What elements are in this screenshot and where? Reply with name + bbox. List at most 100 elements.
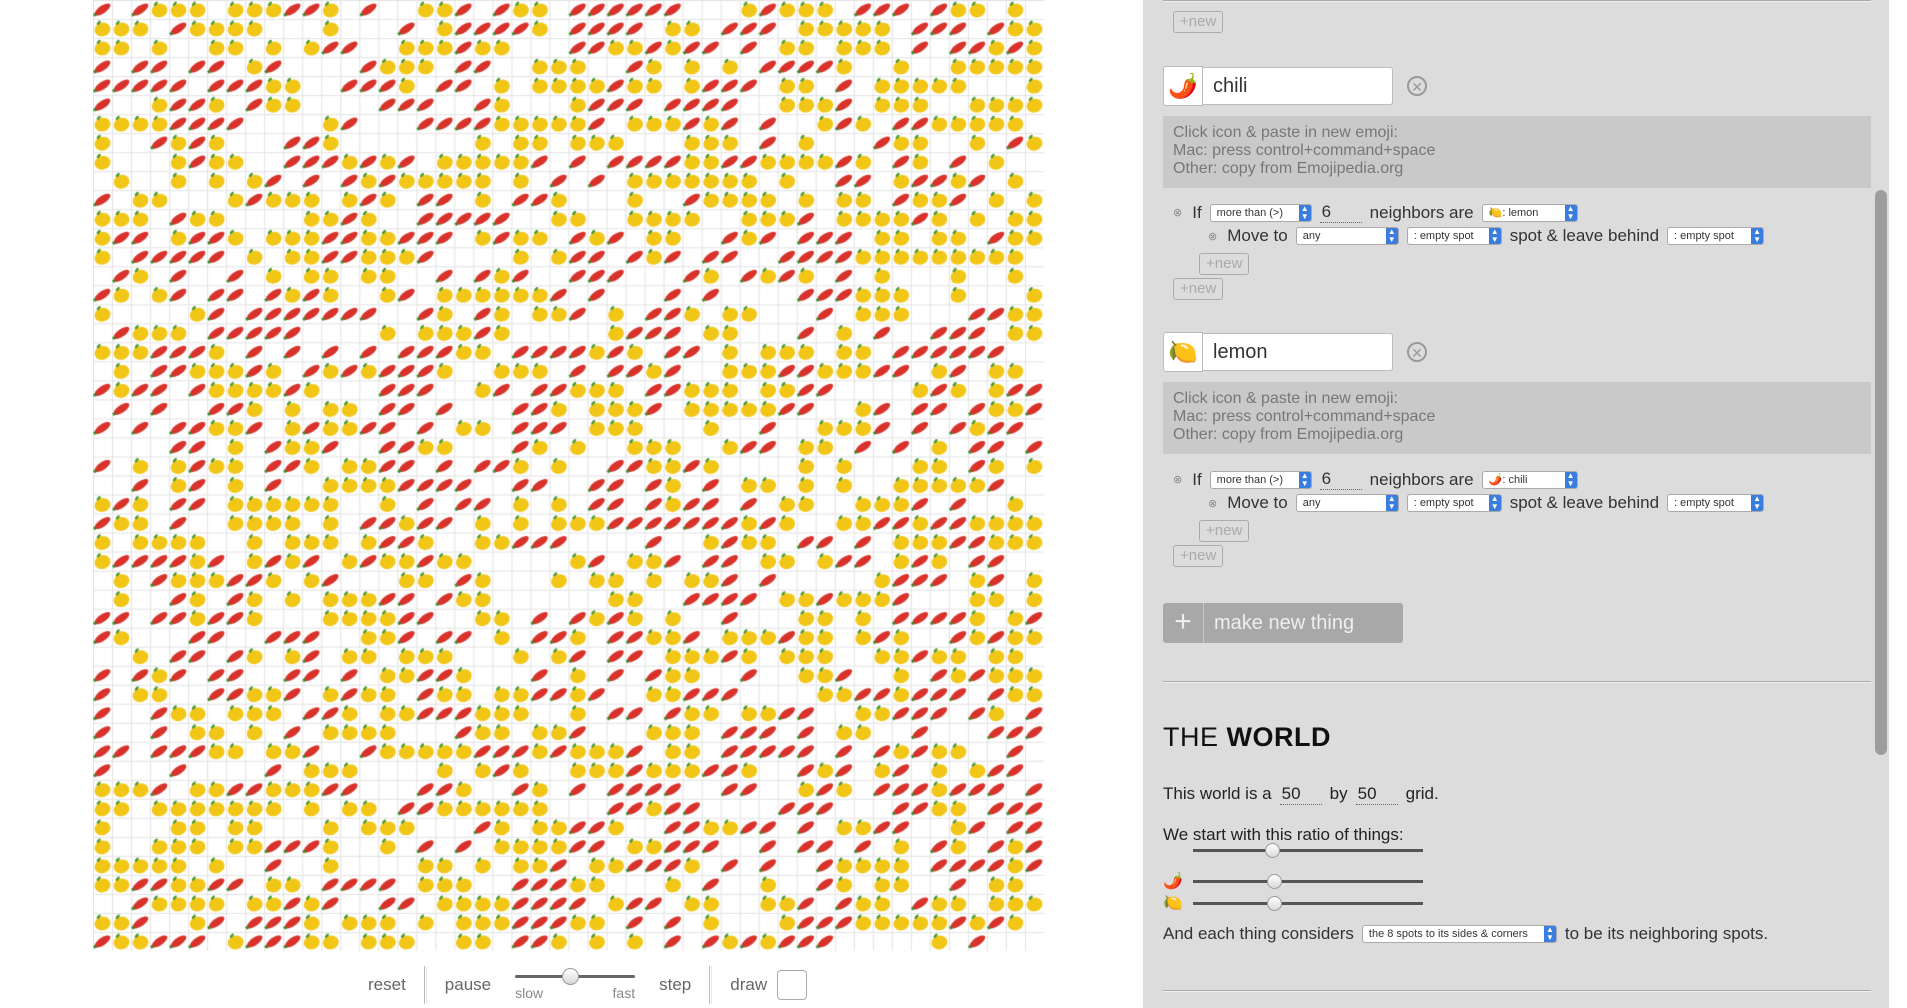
plus-icon: + bbox=[1163, 603, 1204, 643]
if-label: If bbox=[1192, 202, 1202, 222]
target-select[interactable]: : empty spot ▲ ▼ bbox=[1406, 227, 1502, 245]
select-arrow-icon: ▲ ▼ bbox=[1564, 204, 1577, 221]
select-value: the 8 spots to its sides & corners bbox=[1368, 928, 1528, 940]
grid-by: by bbox=[1329, 784, 1348, 803]
neighbor-thing-select[interactable]: 🍋: lemon ▲ ▼ bbox=[1481, 203, 1578, 222]
world-heading: THE WORLD bbox=[1163, 722, 1331, 753]
select-value: : empty spot bbox=[1413, 230, 1474, 242]
leave-label: spot & leave behind bbox=[1509, 226, 1660, 245]
grid-width-input[interactable]: 50 bbox=[1279, 784, 1322, 805]
direction-select[interactable]: any ▲ ▼ bbox=[1295, 494, 1399, 512]
neighbor-count-input[interactable]: 6 bbox=[1319, 202, 1362, 223]
chili-icon: 🌶️ bbox=[1163, 873, 1183, 890]
neighbors-prefix: And each thing considers bbox=[1163, 924, 1354, 943]
chili-emoji-button[interactable]: 🌶️ bbox=[1163, 66, 1203, 106]
comparator-select[interactable]: more than (>) ▲ ▼ bbox=[1209, 203, 1312, 222]
add-rule-button[interactable]: +new bbox=[1173, 278, 1224, 300]
select-arrow-icon: ▲ ▼ bbox=[1751, 495, 1764, 511]
ratio-slider-chili[interactable]: 🌶️ bbox=[1163, 871, 1423, 891]
panel-scrollbar[interactable] bbox=[1875, 190, 1887, 755]
speed-knob[interactable] bbox=[562, 968, 580, 985]
select-arrow-icon: ▲ ▼ bbox=[1543, 926, 1556, 942]
direction-select[interactable]: any ▲ ▼ bbox=[1295, 227, 1399, 245]
make-new-thing-button[interactable]: + make new thing bbox=[1163, 603, 1403, 643]
add-rule-button[interactable]: +new bbox=[1173, 11, 1224, 33]
delete-rule-icon[interactable]: ⊗ bbox=[1173, 473, 1182, 486]
pause-button[interactable]: pause bbox=[427, 975, 509, 995]
target-select[interactable]: : empty spot ▲ ▼ bbox=[1406, 494, 1502, 512]
delete-thing-icon[interactable]: ✕ bbox=[1407, 342, 1427, 362]
if-condition: ⊗ If more than (>) ▲ ▼ 6 neighbors are 🌶️:… bbox=[1173, 469, 1586, 490]
select-arrow-icon: ▲ ▼ bbox=[1564, 471, 1577, 488]
comparator-select[interactable]: more than (>) ▲ ▼ bbox=[1209, 470, 1312, 489]
speed-slider[interactable]: slow fast bbox=[515, 965, 636, 1005]
thing-name-input[interactable] bbox=[1203, 333, 1393, 371]
help-line: Other: copy from Emojipedia.org bbox=[1173, 426, 1404, 443]
draw-thing-picker[interactable] bbox=[777, 970, 808, 1000]
world-heading-the: THE bbox=[1163, 722, 1219, 752]
select-arrow-icon: ▲ ▼ bbox=[1751, 228, 1764, 244]
world-heading-world: WORLD bbox=[1226, 722, 1331, 752]
ratio-slider-empty[interactable] bbox=[1163, 843, 1423, 858]
grid-size-sentence: This world is a 50 by 50 grid. bbox=[1163, 784, 1439, 805]
neighbor-count-input[interactable]: 6 bbox=[1319, 469, 1362, 490]
select-value: more than (>) bbox=[1216, 206, 1284, 219]
fast-label: fast bbox=[612, 985, 636, 1001]
rules-panel: +new 🌶️ ✕ Click icon & paste in new emoj… bbox=[1143, 0, 1889, 1008]
step-button[interactable]: step bbox=[641, 975, 709, 995]
reset-button[interactable]: reset bbox=[350, 975, 424, 995]
divider bbox=[1163, 681, 1871, 683]
delete-thing-icon[interactable]: ✕ bbox=[1407, 76, 1427, 96]
neighbor-thing-select[interactable]: 🌶️: chili ▲ ▼ bbox=[1481, 470, 1578, 489]
delete-action-icon[interactable]: ⊗ bbox=[1208, 230, 1217, 243]
ratio-slider-lemon[interactable]: 🍋 bbox=[1163, 893, 1423, 913]
delete-action-icon[interactable]: ⊗ bbox=[1208, 497, 1217, 510]
help-line: Click icon & paste in new emoji: bbox=[1173, 124, 1398, 141]
help-line: Mac: press control+command+space bbox=[1173, 142, 1436, 159]
thing-header-lemon: 🍋 ✕ bbox=[1163, 332, 1427, 372]
delete-rule-icon[interactable]: ⊗ bbox=[1173, 206, 1182, 219]
neighborhood-sentence: And each thing considers the 8 spots to … bbox=[1163, 924, 1768, 944]
world-grid-canvas[interactable] bbox=[93, 0, 1044, 951]
help-line: Mac: press control+command+space bbox=[1173, 408, 1436, 425]
add-action-button[interactable]: +new bbox=[1199, 520, 1250, 542]
select-arrow-icon: ▲ ▼ bbox=[1488, 495, 1501, 511]
neighbors-suffix: to be its neighboring spots. bbox=[1564, 924, 1769, 943]
select-value: 🌶️: chili bbox=[1488, 474, 1528, 486]
select-value: any bbox=[1302, 497, 1321, 509]
ratio-knob[interactable] bbox=[1266, 895, 1282, 911]
move-action: ⊗ Move to any ▲ ▼ : empty spot ▲ ▼ spot & le… bbox=[1208, 493, 1772, 513]
divider bbox=[1163, 990, 1871, 992]
emoji-help-box: Click icon & paste in new emoji: Mac: pr… bbox=[1163, 116, 1871, 188]
draw-label: draw bbox=[730, 975, 768, 994]
select-arrow-icon: ▲ ▼ bbox=[1488, 228, 1501, 244]
neighborhood-select[interactable]: the 8 spots to its sides & corners ▲ ▼ bbox=[1361, 925, 1557, 943]
select-arrow-icon: ▲ ▼ bbox=[1298, 204, 1311, 221]
select-arrow-icon: ▲ ▼ bbox=[1385, 228, 1398, 244]
ratio-track bbox=[1193, 895, 1423, 911]
emoji-help-box: Click icon & paste in new emoji: Mac: pr… bbox=[1163, 382, 1871, 454]
neighbors-label: neighbors are bbox=[1369, 202, 1474, 222]
select-value: : empty spot bbox=[1413, 497, 1474, 509]
select-value: : empty spot bbox=[1674, 497, 1734, 509]
thing-header-chili: 🌶️ ✕ bbox=[1163, 66, 1427, 106]
ratio-knob[interactable] bbox=[1264, 843, 1280, 858]
select-value: 🍋: lemon bbox=[1488, 207, 1539, 219]
make-new-label: make new thing bbox=[1214, 611, 1355, 634]
leave-select[interactable]: : empty spot ▲ ▼ bbox=[1667, 227, 1765, 245]
ratio-knob[interactable] bbox=[1266, 873, 1282, 889]
grid-suffix: grid. bbox=[1405, 784, 1439, 803]
help-line: Click icon & paste in new emoji: bbox=[1173, 390, 1398, 407]
if-label: If bbox=[1192, 469, 1202, 489]
add-action-button[interactable]: +new bbox=[1199, 253, 1250, 275]
if-condition: ⊗ If more than (>) ▲ ▼ 6 neighbors are 🍋: … bbox=[1173, 202, 1586, 223]
add-rule-button[interactable]: +new bbox=[1173, 545, 1224, 567]
select-arrow-icon: ▲ ▼ bbox=[1298, 471, 1311, 488]
neighbors-label: neighbors are bbox=[1369, 469, 1474, 489]
move-label: Move to bbox=[1227, 226, 1288, 245]
lemon-emoji-button[interactable]: 🍋 bbox=[1163, 332, 1203, 372]
leave-select[interactable]: : empty spot ▲ ▼ bbox=[1667, 494, 1765, 512]
grid-height-input[interactable]: 50 bbox=[1355, 784, 1398, 805]
move-label: Move to bbox=[1227, 493, 1288, 512]
thing-name-input[interactable] bbox=[1203, 67, 1393, 105]
